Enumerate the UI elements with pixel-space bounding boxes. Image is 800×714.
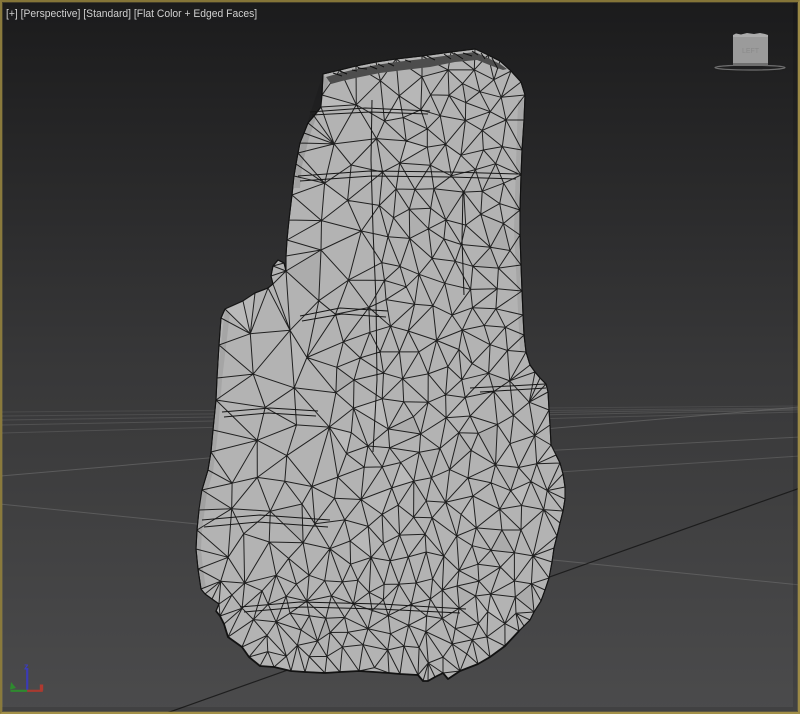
svg-text:LEFT: LEFT [742,48,760,55]
svg-text:z: z [24,662,29,672]
